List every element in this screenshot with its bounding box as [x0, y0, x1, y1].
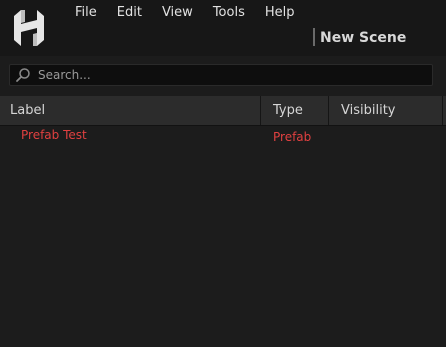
column-divider[interactable]	[328, 96, 329, 125]
column-divider[interactable]	[442, 96, 443, 125]
table-header: Label Type Visibility	[0, 96, 446, 126]
search-icon	[16, 68, 30, 82]
scene-title: New Scene	[320, 30, 407, 46]
app-window: File Edit View Tools Help New Scene Labe…	[0, 0, 446, 347]
column-divider[interactable]	[260, 96, 261, 125]
hammer-logo-icon	[14, 10, 44, 46]
menu-view[interactable]: View	[162, 4, 193, 22]
menu-edit[interactable]: Edit	[117, 4, 142, 22]
row-label: Prefab Test	[21, 128, 87, 142]
menu-file[interactable]: File	[75, 4, 97, 22]
row-type: Prefab	[273, 130, 312, 144]
column-header-label[interactable]: Label	[10, 96, 45, 125]
column-header-type[interactable]: Type	[273, 96, 303, 125]
menu-bar: File Edit View Tools Help	[75, 4, 294, 22]
table-row[interactable]: Prefab Test Prefab	[0, 126, 446, 146]
search-bar[interactable]	[9, 64, 433, 86]
menu-help[interactable]: Help	[265, 4, 295, 22]
scene-divider	[313, 28, 315, 46]
column-header-visibility[interactable]: Visibility	[341, 96, 395, 125]
title-bar: File Edit View Tools Help New Scene	[0, 0, 446, 56]
menu-tools[interactable]: Tools	[213, 4, 245, 22]
search-input[interactable]	[38, 66, 428, 84]
